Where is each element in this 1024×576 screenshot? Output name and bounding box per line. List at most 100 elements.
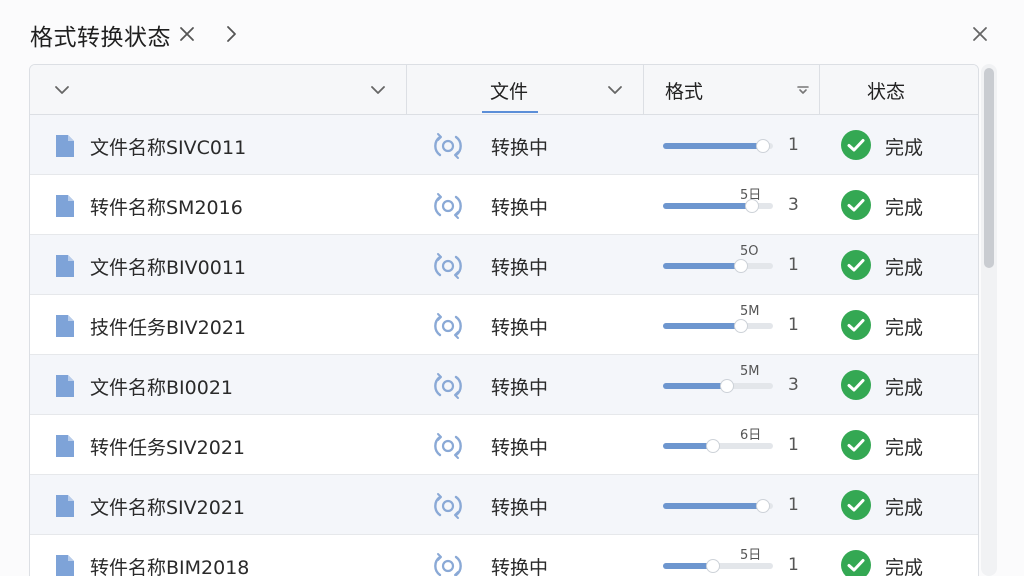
sync-icon bbox=[434, 493, 462, 519]
file-name: 转件名称SM2016 bbox=[90, 197, 243, 219]
vertical-scrollbar[interactable] bbox=[981, 64, 997, 576]
sync-icon bbox=[434, 253, 462, 279]
table-header: 文件 格式 状态 bbox=[30, 65, 978, 115]
check-circle-icon bbox=[841, 550, 871, 576]
table-row[interactable]: 文件名称SIV2021 转换中 1 完成 bbox=[30, 475, 978, 535]
sync-icon bbox=[434, 553, 462, 576]
file-name: 文件名称BIV0011 bbox=[90, 257, 246, 279]
sort-dropdown-icon[interactable] bbox=[796, 85, 810, 95]
title-bar: 格式转换状态 bbox=[0, 0, 1024, 64]
progress-fill bbox=[663, 263, 738, 269]
file-name: 技件任务BIV2021 bbox=[90, 317, 246, 339]
sync-icon bbox=[434, 373, 462, 399]
progress-bar bbox=[663, 379, 773, 393]
chevron-down-icon[interactable] bbox=[370, 83, 386, 97]
sync-icon bbox=[434, 133, 462, 159]
sync-icon bbox=[434, 433, 462, 459]
progress-label: 5日 bbox=[740, 548, 762, 563]
conversion-state: 转换中 bbox=[491, 497, 549, 519]
conversion-state: 转换中 bbox=[491, 197, 549, 219]
file-icon bbox=[56, 435, 74, 457]
progress-handle[interactable] bbox=[720, 379, 734, 393]
header-file-column[interactable]: 文件 bbox=[407, 65, 643, 115]
progress-fill bbox=[663, 203, 749, 209]
file-name: 转件名称BIM2018 bbox=[90, 557, 250, 576]
file-icon bbox=[56, 195, 74, 217]
status-label: 完成 bbox=[885, 257, 924, 279]
item-count: 1 bbox=[788, 435, 799, 455]
item-count: 1 bbox=[788, 555, 799, 575]
status-label: 完成 bbox=[885, 137, 924, 159]
header-name-column[interactable] bbox=[30, 65, 406, 115]
header-status-label: 状态 bbox=[867, 81, 906, 103]
progress-handle[interactable] bbox=[706, 439, 720, 453]
file-icon bbox=[56, 315, 74, 337]
progress-label: 5M bbox=[740, 304, 760, 319]
progress-fill bbox=[663, 323, 738, 329]
item-count: 1 bbox=[788, 255, 799, 275]
header-format-column[interactable]: 格式 bbox=[644, 65, 819, 115]
file-icon bbox=[56, 375, 74, 397]
check-circle-icon bbox=[841, 370, 871, 400]
progress-bar bbox=[663, 259, 773, 273]
progress-handle[interactable] bbox=[734, 319, 748, 333]
progress-bar bbox=[663, 139, 773, 153]
progress-fill bbox=[663, 563, 710, 569]
progress-handle[interactable] bbox=[734, 259, 748, 273]
table-row[interactable]: 文件名称BIV0011 转换中 5O 1 完成 bbox=[30, 235, 978, 295]
progress-fill bbox=[663, 383, 724, 389]
file-name: 文件名称BI0021 bbox=[90, 377, 233, 399]
conversion-state: 转换中 bbox=[491, 137, 549, 159]
progress-bar bbox=[663, 499, 773, 513]
conversion-table: 文件 格式 状态 文件名称SIVC011 转换中 1 完成 转件名称SM2016… bbox=[29, 64, 979, 576]
header-file-label: 文件 bbox=[490, 81, 529, 103]
check-circle-icon bbox=[841, 310, 871, 340]
progress-handle[interactable] bbox=[745, 199, 759, 213]
close-icon[interactable] bbox=[177, 24, 197, 44]
item-count: 3 bbox=[788, 375, 799, 395]
item-count: 1 bbox=[788, 315, 799, 335]
table-row[interactable]: 文件名称SIVC011 转换中 1 完成 bbox=[30, 115, 978, 175]
table-row[interactable]: 技件任务BIV2021 转换中 5M 1 完成 bbox=[30, 295, 978, 355]
progress-bar bbox=[663, 199, 773, 213]
progress-label: 5O bbox=[740, 244, 759, 259]
file-icon bbox=[56, 135, 74, 157]
progress-fill bbox=[663, 503, 760, 509]
chevron-down-icon[interactable] bbox=[607, 83, 623, 97]
table-row[interactable]: 转件任务SIV2021 转换中 6日 1 完成 bbox=[30, 415, 978, 475]
status-label: 完成 bbox=[885, 437, 924, 459]
progress-bar bbox=[663, 559, 773, 573]
sync-icon bbox=[434, 193, 462, 219]
progress-bar bbox=[663, 319, 773, 333]
file-name: 转件任务SIV2021 bbox=[90, 437, 246, 459]
header-status-column[interactable]: 状态 bbox=[820, 65, 978, 115]
table-row[interactable]: 文件名称BI0021 转换中 5M 3 完成 bbox=[30, 355, 978, 415]
status-label: 完成 bbox=[885, 557, 924, 576]
window-title: 格式转换状态 bbox=[30, 25, 171, 51]
table-row[interactable]: 转件名称BIM2018 转换中 5日 1 完成 bbox=[30, 535, 978, 576]
check-circle-icon bbox=[841, 130, 871, 160]
status-label: 完成 bbox=[885, 317, 924, 339]
scroll-thumb[interactable] bbox=[984, 68, 994, 268]
progress-handle[interactable] bbox=[756, 139, 770, 153]
conversion-state: 转换中 bbox=[491, 257, 549, 279]
conversion-state: 转换中 bbox=[491, 317, 549, 339]
conversion-state: 转换中 bbox=[491, 437, 549, 459]
progress-label: 5M bbox=[740, 364, 760, 379]
progress-fill bbox=[663, 443, 710, 449]
item-count: 1 bbox=[788, 135, 799, 155]
progress-handle[interactable] bbox=[756, 499, 770, 513]
item-count: 3 bbox=[788, 195, 799, 215]
table-row[interactable]: 转件名称SM2016 转换中 5日 3 完成 bbox=[30, 175, 978, 235]
file-icon bbox=[56, 255, 74, 277]
chevron-right-icon[interactable] bbox=[222, 24, 240, 44]
progress-bar bbox=[663, 439, 773, 453]
file-name: 文件名称SIV2021 bbox=[90, 497, 246, 519]
conversion-status-window: 格式转换状态 文件 格式 状态 文件名称SIVC011 转换中 1 完成 转件名… bbox=[0, 0, 1024, 576]
window-close-icon[interactable] bbox=[970, 24, 990, 44]
progress-handle[interactable] bbox=[706, 559, 720, 573]
conversion-state: 转换中 bbox=[491, 557, 549, 576]
check-circle-icon bbox=[841, 490, 871, 520]
chevron-down-icon[interactable] bbox=[54, 83, 70, 97]
file-name: 文件名称SIVC011 bbox=[90, 137, 247, 159]
